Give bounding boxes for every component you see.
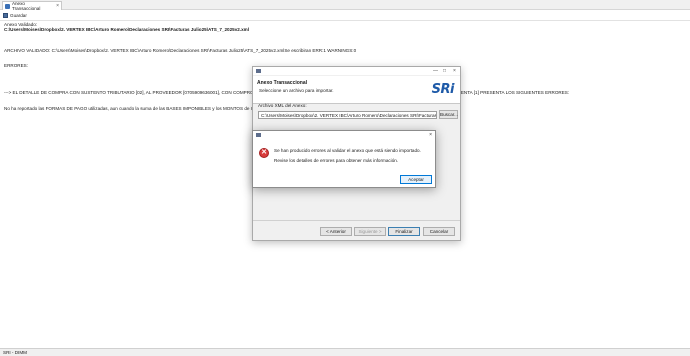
error-dialog: × ✕ Se han producido errores al validar … [252,130,436,188]
save-icon[interactable] [3,13,8,18]
browse-button[interactable]: Buscar... [439,110,458,119]
log-line: ARCHIVO VALIDADO: C:\Users\Moises\Dropbo… [4,47,357,53]
close-icon[interactable]: × [56,3,59,9]
maximize-button[interactable]: □ [443,68,446,74]
app-icon [256,133,261,137]
tab-bar: Anexo Transaccional × [0,0,690,11]
cancel-button[interactable]: Cancelar [423,227,455,236]
wizard-titlebar [253,67,460,75]
back-button[interactable]: < Anterior [320,227,352,236]
status-text: SRI - DIMM [3,350,27,355]
error-message: Se han producido errores al validar el a… [274,148,421,153]
error-hint: Revise los detalles de errores para obte… [274,158,399,163]
wizard-subtitle: Seleccione un archivo para importar. [259,88,334,93]
close-button[interactable]: × [453,68,456,74]
app-icon [256,69,261,73]
tab-title: Anexo Transaccional [11,1,41,11]
xml-file-input[interactable]: C:\Users\Moises\Dropbox\2. VERTEX IBC\Ar… [258,111,437,119]
sri-logo-text: SRi [431,82,455,97]
status-bar: SRI - DIMM [0,348,690,356]
divider [0,20,690,21]
finish-button[interactable]: Finalizar [388,227,420,236]
wizard-title: Anexo Transaccional [257,80,308,86]
ok-button[interactable]: Aceptar [400,175,432,184]
tab-anexo-transaccional[interactable]: Anexo Transaccional × [2,1,62,11]
error-icon: ✕ [259,148,269,158]
divider [253,220,460,221]
error-titlebar [253,131,435,139]
save-button[interactable]: Guardar [10,13,27,18]
validated-file-path: C:\Users\Moises\Dropbox\2. VERTEX IBC\Ar… [4,27,250,32]
minimize-button[interactable]: — [433,68,438,74]
document-icon [5,3,10,9]
xml-file-label: Archivo XML del Anexo: [258,103,307,108]
wizard-header: Anexo Transaccional Seleccione un archiv… [253,76,460,104]
sri-logo: SRi [431,82,455,97]
toolbar: Guardar [0,11,690,20]
close-button[interactable]: × [429,132,432,138]
next-button[interactable]: Siguiente > [354,227,386,236]
